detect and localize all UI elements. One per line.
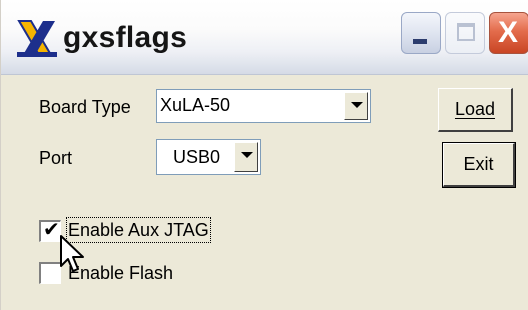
checkmark-icon: ✔: [43, 219, 60, 241]
close-button[interactable]: X: [489, 12, 528, 54]
board-type-value: XuLA-50: [160, 95, 231, 115]
enable-flash-checkbox[interactable]: [39, 262, 61, 284]
board-type-label: Board Type: [39, 97, 131, 117]
minimize-icon: [413, 39, 427, 44]
port-value: USB0: [173, 147, 221, 167]
title-bar[interactable]: gxsflags X: [1, 0, 528, 75]
mouse-pointer-icon: [60, 235, 84, 272]
window-title: gxsflags: [63, 21, 188, 54]
enable-aux-jtag-label[interactable]: Enable Aux JTAG: [66, 217, 211, 243]
chevron-down-icon[interactable]: [234, 142, 258, 172]
app-window: gxsflags X Board Type XuLA-50 Port USB0 …: [0, 0, 528, 310]
maximize-icon: [457, 23, 475, 41]
xilinx-logo-icon: [17, 20, 57, 57]
close-icon: X: [498, 16, 519, 49]
chevron-down-icon[interactable]: [344, 92, 368, 120]
port-select[interactable]: USB0: [156, 139, 261, 175]
enable-aux-jtag-checkbox[interactable]: ✔: [39, 219, 61, 242]
maximize-button[interactable]: [445, 12, 485, 54]
load-button[interactable]: Load: [438, 88, 513, 132]
exit-button-label: Exit: [463, 154, 494, 174]
port-label: Port: [39, 148, 73, 168]
load-button-label: Load: [454, 99, 496, 119]
board-type-select[interactable]: XuLA-50: [156, 89, 371, 123]
minimize-button[interactable]: [401, 12, 441, 54]
exit-button[interactable]: Exit: [442, 142, 516, 188]
